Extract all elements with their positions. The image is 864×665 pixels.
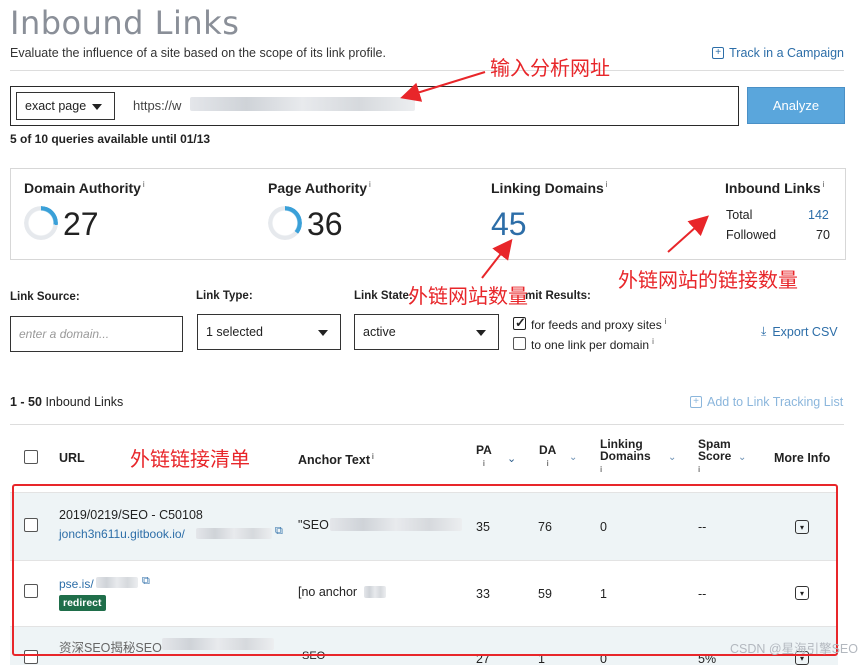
arrow-to-domains [481,238,513,279]
arrow-to-links [667,215,709,253]
watermark: CSDN @星海引擎SEO [730,642,858,656]
arrow-to-url [400,71,486,102]
annotation-arrows [400,71,709,279]
